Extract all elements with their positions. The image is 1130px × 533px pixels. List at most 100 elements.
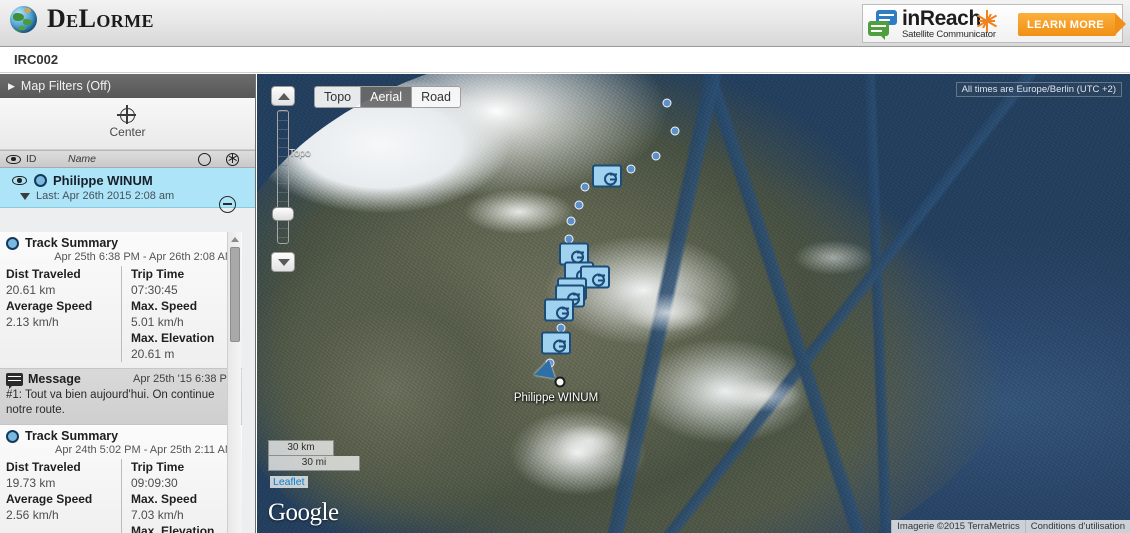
card-title: Track Summary xyxy=(25,429,119,443)
circle-minus-icon[interactable] xyxy=(219,196,236,213)
leaflet-attribution-link[interactable]: Leaflet xyxy=(270,476,308,488)
learn-more-button[interactable]: LEARN MORE xyxy=(1018,13,1126,36)
eye-icon[interactable] xyxy=(6,154,21,164)
brand-logo[interactable]: DeLorme xyxy=(10,4,154,34)
google-watermark: Google xyxy=(268,499,339,526)
stat-value: 2.13 km/h xyxy=(6,315,59,329)
scale-mi: 30 mi xyxy=(268,456,360,471)
summary-stats-right: Trip Time 07:30:45 Max. Speed 5.01 km/h … xyxy=(121,266,236,362)
track-detail-scroll-content: Track Summary Apr 25th 6:38 PM - Apr 26t… xyxy=(0,232,242,533)
triangle-right-icon: ▶ xyxy=(8,80,15,91)
card-header: Track Summary xyxy=(6,429,236,443)
detail-scrollbar[interactable] xyxy=(227,232,241,533)
track-dot-icon xyxy=(6,236,19,250)
card-header: Message Apr 25th '15 6:38 PM xyxy=(6,372,236,389)
person-name: Philippe WINUM xyxy=(53,173,153,188)
stat-key: Trip Time xyxy=(131,267,185,281)
message-icon xyxy=(6,372,23,389)
summary-stats: Dist Traveled 19.73 km Average Speed 2.5… xyxy=(6,459,236,533)
scrollbar-thumb[interactable] xyxy=(230,247,240,342)
stat-key: Trip Time xyxy=(131,460,185,474)
stat-key: Average Speed xyxy=(6,299,93,313)
track-dot-icon xyxy=(6,429,19,443)
stat-key: Average Speed xyxy=(6,492,93,506)
stat-key: Max. Elevation xyxy=(131,331,215,345)
card-header: Track Summary xyxy=(6,236,236,250)
layer-button-aerial[interactable]: Aerial xyxy=(360,86,412,108)
stat-key: Max. Speed xyxy=(131,492,198,506)
stat-value: 09:09:30 xyxy=(131,476,178,490)
zoom-slider-thumb[interactable] xyxy=(272,207,294,221)
center-button[interactable]: Center xyxy=(0,98,255,150)
summary-stats-left: Dist Traveled 19.73 km Average Speed 2.5… xyxy=(6,459,121,533)
map-filters-toggle[interactable]: ▶ Map Filters (Off) xyxy=(0,74,255,98)
center-label: Center xyxy=(109,125,146,139)
triangle-down-icon[interactable] xyxy=(20,192,30,200)
zoom-control[interactable] xyxy=(271,86,295,272)
brand-name: DeLorme xyxy=(47,4,154,33)
track-summary-card[interactable]: Track Summary Apr 25th 6:38 PM - Apr 26t… xyxy=(0,232,242,369)
left-sidebar: ▶ Map Filters (Off) Center ID Name Phili… xyxy=(0,74,256,533)
zoom-slider-track[interactable] xyxy=(272,110,294,244)
top-header-bar: DeLorme inReach Satellite Communicator L… xyxy=(0,0,1130,47)
track-summary-card[interactable]: Track Summary Apr 24th 5:02 PM - Apr 25t… xyxy=(0,425,242,533)
circle-icon[interactable] xyxy=(198,153,211,166)
scroll-up-icon[interactable] xyxy=(229,233,241,245)
map-imagery xyxy=(257,74,1130,533)
track-detail-list[interactable]: Track Summary Apr 25th 6:38 PM - Apr 26t… xyxy=(0,232,256,533)
column-header-name: Name xyxy=(68,153,97,165)
stat-key: Max. Speed xyxy=(131,299,198,313)
stat-value: 7.03 km/h xyxy=(131,508,184,522)
map-attribution-bar: Imagerie ©2015 TerraMetrics Conditions d… xyxy=(891,520,1130,533)
stat-key: Dist Traveled xyxy=(6,460,81,474)
card-title: Message xyxy=(28,372,81,386)
card-title: Track Summary xyxy=(25,236,119,250)
summary-date-range: Apr 25th 6:38 PM - Apr 26th 2:08 AM xyxy=(54,251,234,263)
list-item-philippe-winum[interactable]: Philippe WINUM Last: Apr 26th 2015 2:08 … xyxy=(0,168,255,213)
basemap-layer-switcher[interactable]: Topo Aerial Road xyxy=(314,86,461,108)
eye-icon[interactable] xyxy=(12,176,27,185)
message-date: Apr 25th '15 6:38 PM xyxy=(133,373,236,385)
imagery-attribution: Imagerie ©2015 TerraMetrics xyxy=(891,520,1025,533)
stat-value: 20.61 m xyxy=(131,347,175,361)
page-title: IRC002 xyxy=(14,52,59,67)
stat-key: Max. Elevation xyxy=(131,524,215,533)
scale-km: 30 km xyxy=(268,440,334,456)
crosshair-icon xyxy=(117,105,136,124)
zoom-level-tooltip: Topo xyxy=(289,148,311,159)
track-dot-icon xyxy=(34,174,47,187)
chat-bubbles-icon xyxy=(868,10,898,40)
column-header-id: ID xyxy=(26,153,37,165)
device-title-bar: IRC002 xyxy=(0,47,1130,73)
stat-value: 2.56 km/h xyxy=(6,508,59,522)
ad-subtitle: Satellite Communicator xyxy=(902,28,996,40)
message-body: #1: Tout va bien aujourd'hui. On continu… xyxy=(6,389,215,416)
summary-stats: Dist Traveled 20.61 km Average Speed 2.1… xyxy=(6,266,236,362)
person-row[interactable]: Philippe WINUM xyxy=(0,171,255,188)
message-card[interactable]: Message Apr 25th '15 6:38 PM #1: Tout va… xyxy=(0,369,242,425)
stat-value: 19.73 km xyxy=(6,476,56,490)
timezone-note: All times are Europe/Berlin (UTC +2) xyxy=(955,82,1122,97)
terms-of-use-link[interactable]: Conditions d'utilisation xyxy=(1024,520,1130,533)
summary-date-range: Apr 24th 5:02 PM - Apr 25th 2:11 AM xyxy=(55,444,234,456)
map-scale-bar: 30 km 30 mi xyxy=(268,440,360,471)
stat-value: 20.61 km xyxy=(6,283,56,297)
zoom-out-button[interactable] xyxy=(271,252,295,272)
last-update-row[interactable]: Last: Apr 26th 2015 2:08 am xyxy=(0,188,255,202)
stat-key: Dist Traveled xyxy=(6,267,81,281)
summary-stats-right: Trip Time 09:09:30 Max. Speed 7.03 km/h … xyxy=(121,459,236,533)
zoom-in-button[interactable] xyxy=(271,86,295,106)
circle-star-icon[interactable] xyxy=(226,153,239,166)
list-column-headers: ID Name xyxy=(0,150,255,168)
stat-value: 07:30:45 xyxy=(131,283,178,297)
layer-button-topo[interactable]: Topo xyxy=(314,86,361,108)
map-filters-label: Map Filters (Off) xyxy=(20,79,111,93)
layer-button-road[interactable]: Road xyxy=(411,86,461,108)
globe-icon xyxy=(10,5,37,33)
map-canvas[interactable]: Philippe WINUM Topo Topo Aerial Road All… xyxy=(257,74,1130,533)
summary-stats-left: Dist Traveled 20.61 km Average Speed 2.1… xyxy=(6,266,121,362)
last-update-label: Last: Apr 26th 2015 2:08 am xyxy=(36,190,175,202)
inreach-ad-banner[interactable]: inReach Satellite Communicator LEARN MOR… xyxy=(862,4,1126,43)
delorme-tracking-page: DeLorme inReach Satellite Communicator L… xyxy=(0,0,1130,533)
stat-value: 5.01 km/h xyxy=(131,315,184,329)
